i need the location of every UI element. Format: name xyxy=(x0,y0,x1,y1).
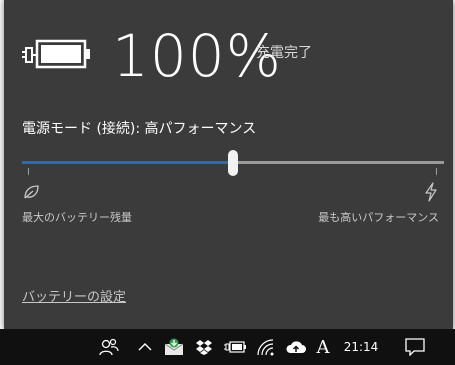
battery-plugged-icon xyxy=(22,39,90,69)
slider-min-label: 最大のバッテリー残量 xyxy=(22,211,132,224)
power-mode-slider[interactable] xyxy=(22,150,444,180)
power-mode-label: 電源モード (接続): 高パフォーマンス xyxy=(22,121,257,137)
dropbox-icon[interactable] xyxy=(192,329,216,365)
charge-status-text: 充電完了 xyxy=(256,45,312,61)
people-icon[interactable] xyxy=(94,329,124,365)
onedrive-icon[interactable] xyxy=(284,329,308,365)
slider-thumb[interactable] xyxy=(228,150,238,176)
taskbar: A 21:14 xyxy=(0,329,455,365)
ime-icon[interactable]: A xyxy=(312,329,334,365)
battery-icon[interactable] xyxy=(222,329,248,365)
lightning-icon xyxy=(425,182,437,202)
leaf-icon xyxy=(24,185,39,199)
notification-icon[interactable] xyxy=(400,329,430,365)
slider-tick-right xyxy=(436,168,437,175)
wifi-icon[interactable] xyxy=(254,329,278,365)
mail-download-icon[interactable] xyxy=(162,329,186,365)
taskbar-clock[interactable]: 21:14 xyxy=(340,329,382,365)
battery-settings-link[interactable]: バッテリーの設定 xyxy=(22,286,126,305)
slider-max-label: 最も高いパフォーマンス xyxy=(318,211,439,224)
chevron-up-icon[interactable] xyxy=(134,329,156,365)
battery-flyout: 100% 充電完了 電源モード (接続): 高パフォーマンス 最大のバッテリー残… xyxy=(4,0,453,329)
slider-fill xyxy=(22,161,233,164)
slider-tick-left xyxy=(28,168,29,175)
